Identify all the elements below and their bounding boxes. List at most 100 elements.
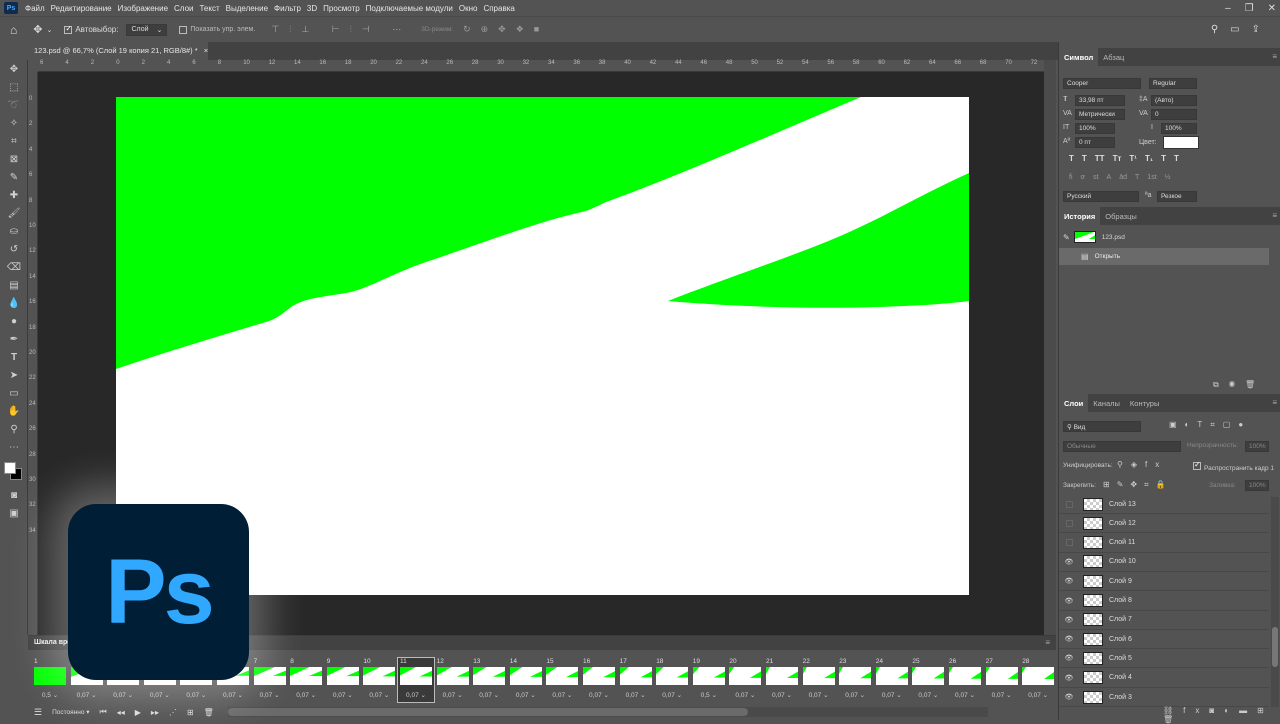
timeline-frame[interactable]: 28 0,07 ⌄ [1020,658,1056,702]
dodge-tool-icon[interactable]: ● [0,312,28,330]
panel-menu-icon[interactable]: ≡ [1272,211,1277,220]
timeline-frame[interactable]: 13 0,07 ⌄ [471,658,507,702]
frame-delay[interactable]: 0,07 ⌄ [215,691,251,699]
workspace-icon[interactable]: ▭ [1230,24,1251,35]
layers-scrollbar-thumb[interactable] [1272,627,1278,667]
first-frame-icon[interactable]: ⏮ [100,707,107,717]
layer-filter-select[interactable]: ⚲ Вид [1063,421,1141,432]
text-style-button[interactable]: T [1174,154,1179,163]
screen-mode-icon[interactable]: ▣ [0,504,28,522]
fill-field[interactable]: 100% [1245,480,1269,491]
frame-delay[interactable]: 0,07 ⌄ [178,691,214,699]
history-item[interactable]: ▤ Открыть [1059,248,1269,265]
chevron-down-icon[interactable]: ⌄ [46,26,52,34]
frame-delay[interactable]: 0,07 ⌄ [910,691,946,699]
tab-character[interactable]: Символ [1059,48,1099,66]
vertical-scrollbar[interactable] [1044,60,1056,635]
timeline-frame[interactable]: 23 0,07 ⌄ [837,658,873,702]
timeline-frame[interactable]: 17 0,07 ⌄ [618,658,654,702]
frame-delay[interactable]: 0,07 ⌄ [544,691,580,699]
new-layer-icon[interactable]: ⊞ [1257,706,1274,715]
timeline-scrollbar[interactable] [227,707,988,717]
tween-icon[interactable]: ⋰ [169,708,177,717]
frame-delay[interactable]: 0,07 ⌄ [618,691,654,699]
frame-delay[interactable]: 0,07 ⌄ [69,691,105,699]
opentype-button[interactable]: T [1135,174,1139,181]
layer-row[interactable]: Слой 11 [1059,534,1269,553]
panel-menu-icon[interactable]: ≡ [1272,398,1277,407]
menu-item[interactable]: Текст [196,4,222,13]
layer-row[interactable]: 👁 Слой 5 [1059,649,1269,669]
text-style-button[interactable]: T [1082,154,1087,163]
eye-icon[interactable]: 👁 [1059,558,1079,566]
timeline-frame[interactable]: 14 0,07 ⌄ [508,658,544,702]
layer-row[interactable]: 👁 Слой 10 [1059,553,1269,572]
timeline-frame[interactable]: 10 0,07 ⌄ [361,658,397,702]
trash-icon[interactable]: 🗑 [1245,380,1265,389]
timeline-frame[interactable]: 1 0,5 ⌄ [32,658,68,702]
text-style-button[interactable]: T [1069,154,1074,163]
autoselect-checkbox[interactable]: Автовыбор: [64,24,118,34]
close-icon[interactable]: × [204,46,208,55]
pen-tool-icon[interactable]: ✒ [0,330,28,348]
panel-menu-icon[interactable]: ≡ [1272,52,1277,61]
foreground-color-swatch[interactable] [4,462,16,474]
opentype-button[interactable]: 1st [1147,174,1156,181]
text-style-button[interactable]: T [1161,154,1166,163]
path-selection-icon[interactable]: ➤ [0,366,28,384]
search-icon[interactable]: ⚲ [1211,24,1230,35]
link-icon[interactable]: ⛓ [1163,706,1183,715]
visibility-off-box[interactable] [1059,539,1079,547]
eyedropper-tool-icon[interactable]: ✎ [0,168,28,186]
tab-paths[interactable]: Контуры [1125,394,1164,412]
menu-item[interactable]: Выделение [223,4,271,13]
home-icon[interactable]: ⌂ [10,23,17,37]
language-select[interactable]: Русский [1063,191,1139,202]
frame-delay[interactable]: 0,07 ⌄ [361,691,397,699]
font-size-field[interactable]: 33,98 пт [1075,95,1125,106]
timeline-frame[interactable]: 21 0,07 ⌄ [764,658,800,702]
gradient-tool-icon[interactable]: ▤ [0,276,28,294]
timeline-frame[interactable]: 9 0,07 ⌄ [325,658,361,702]
timeline-frame[interactable]: 20 0,07 ⌄ [727,658,763,702]
frame-delay[interactable]: 0,5 ⌄ [691,691,727,699]
timeline-frame[interactable]: 15 0,07 ⌄ [544,658,580,702]
tab-layers[interactable]: Слои [1059,394,1089,412]
frame-delay[interactable]: 0,07 ⌄ [581,691,617,699]
lock-icons[interactable]: ⊞✎✥⌗🔒 [1103,480,1173,490]
visibility-off-box[interactable] [1059,519,1079,527]
previous-frame-icon[interactable]: ◂◂ [117,708,125,717]
folder-icon[interactable]: ▬ [1239,706,1257,715]
more-tools-icon[interactable]: ⋯ [0,438,28,456]
opentype-button[interactable]: A [1107,174,1112,181]
menu-item[interactable]: Просмотр [320,4,363,13]
opentype-button[interactable]: ād [1119,174,1127,181]
menu-item[interactable]: Изображение [115,4,171,13]
frame-delay[interactable]: 0,07 ⌄ [435,691,471,699]
frame-delay[interactable]: 0,07 ⌄ [398,691,434,699]
frame-delay[interactable]: 0,07 ⌄ [984,691,1020,699]
tracking-field[interactable]: 0 [1151,109,1197,120]
opentype-button[interactable]: ơ [1081,174,1086,181]
tab-history[interactable]: История [1059,207,1101,225]
layer-row[interactable]: Слой 13 [1059,495,1269,514]
timeline-frame[interactable]: 8 0,07 ⌄ [288,658,324,702]
new-frame-icon[interactable]: ⊞ [187,708,194,717]
layer-row[interactable]: 👁 Слой 4 [1059,669,1269,688]
layer-row[interactable]: 👁 Слой 8 [1059,592,1269,611]
document-tab[interactable]: 123.psd @ 66,7% (Слой 19 копия 21, RGB/8… [28,42,208,60]
trash-icon[interactable]: 🗑 [204,708,214,717]
text-style-button[interactable]: T₁ [1145,154,1153,163]
eraser-tool-icon[interactable]: ⌫ [0,258,28,276]
vertical-scale-field[interactable]: 100% [1075,123,1115,134]
layer-row[interactable]: 👁 Слой 9 [1059,572,1269,592]
frame-delay[interactable]: 0,07 ⌄ [471,691,507,699]
baseline-shift-field[interactable]: 0 пт [1075,137,1115,148]
shape-tool-icon[interactable]: ▭ [0,384,28,402]
zoom-tool-icon[interactable]: ⚲ [0,420,28,438]
blur-tool-icon[interactable]: 💧 [0,294,28,312]
propagate-checkbox[interactable]: Распространить кадр 1 [1193,460,1274,472]
menu-item[interactable]: Справка [480,4,517,13]
layer-row[interactable]: 👁 Слой 3 [1059,688,1269,707]
loop-select[interactable]: Постоянно ▾ [52,708,89,716]
